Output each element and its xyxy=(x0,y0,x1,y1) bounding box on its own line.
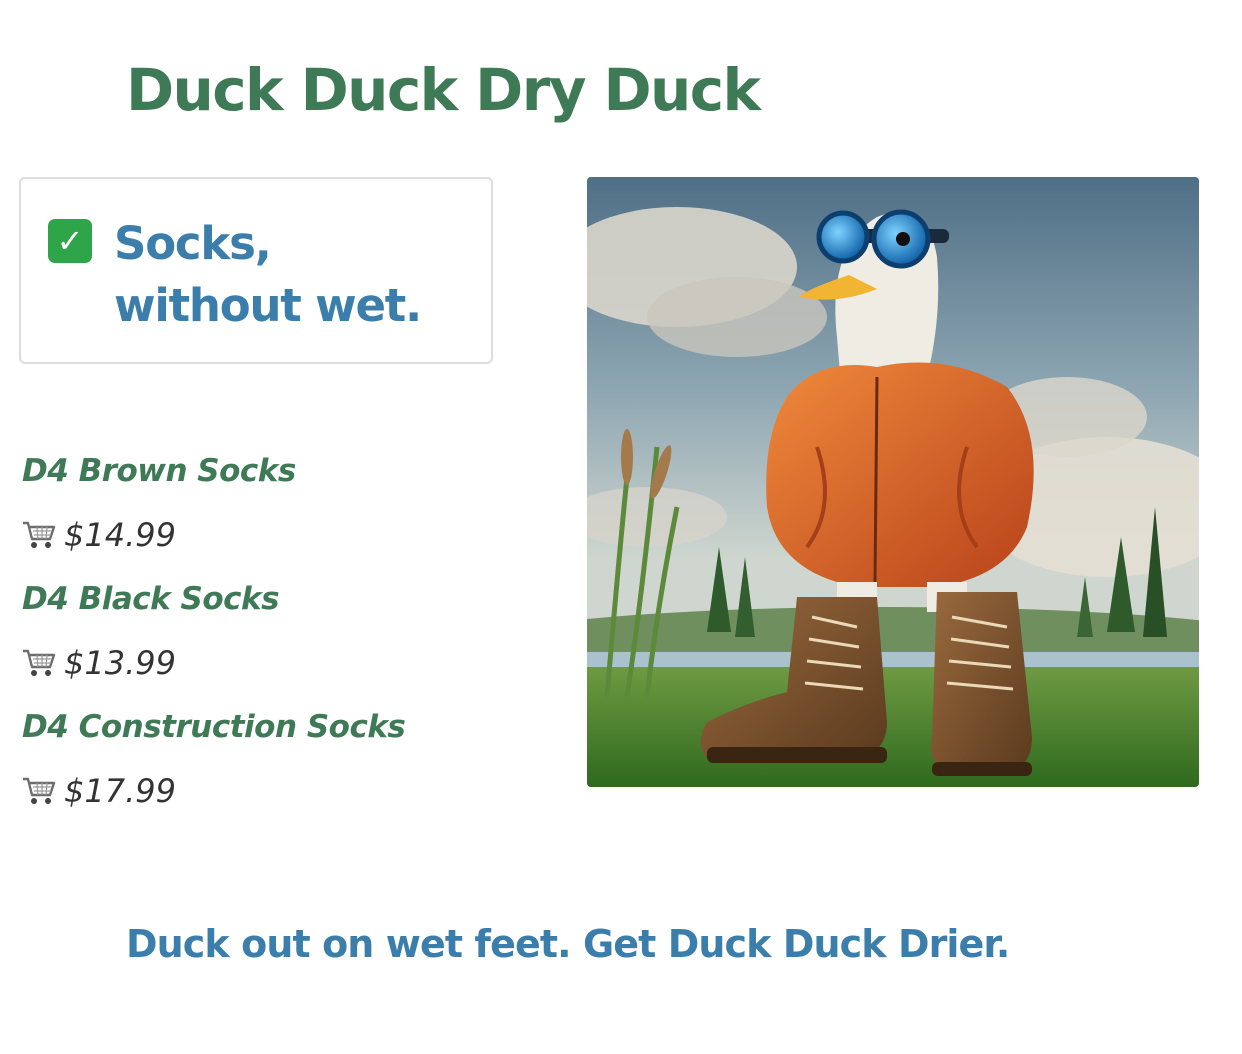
product-price-brown-socks[interactable]: $14.99 xyxy=(22,509,542,573)
product-price-black-socks[interactable]: $13.99 xyxy=(22,637,542,701)
duck-illustration xyxy=(587,177,1199,787)
shopping-cart-icon xyxy=(23,777,56,804)
price-value: $14.99 xyxy=(64,516,176,554)
product-price-construction-socks[interactable]: $17.99 xyxy=(22,765,542,829)
price-value: $17.99 xyxy=(64,772,176,810)
page-title: Duck Duck Dry Duck xyxy=(126,56,761,124)
product-list: D4 Brown Socks $14.99 D4 Black Socks $13… xyxy=(22,445,542,829)
product-name-brown-socks[interactable]: D4 Brown Socks xyxy=(22,445,542,509)
product-name-construction-socks[interactable]: D4 Construction Socks xyxy=(22,701,542,765)
check-mark-icon: ✓ xyxy=(48,219,92,263)
product-name-black-socks[interactable]: D4 Black Socks xyxy=(22,573,542,637)
footer-tagline: Duck out on wet feet. Get Duck Duck Drie… xyxy=(126,922,1010,966)
shopping-cart-icon xyxy=(23,649,56,676)
shopping-cart-icon xyxy=(23,521,56,548)
callout-text: Socks, without wet. xyxy=(114,217,422,332)
feature-callout: ✓ Socks, without wet. xyxy=(19,177,493,364)
hero-image xyxy=(587,177,1199,787)
price-value: $13.99 xyxy=(64,644,176,682)
